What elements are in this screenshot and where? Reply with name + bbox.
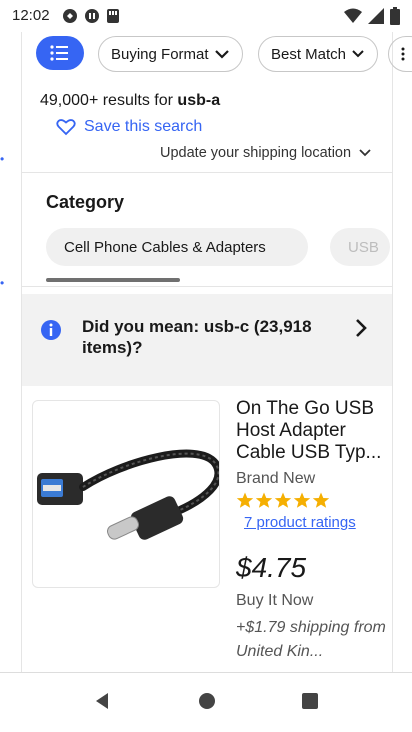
battery-icon [390, 7, 400, 25]
shipping-location-dropdown[interactable]: Update your shipping location [160, 145, 371, 161]
info-icon [41, 320, 61, 340]
buy-format: Buy It Now [236, 592, 314, 609]
search-results-page[interactable]: • • Buying Format Best Match 49,000+ res… [0, 32, 412, 672]
product-condition: Brand New [236, 470, 316, 487]
star-icon [293, 492, 311, 508]
home-icon[interactable] [197, 691, 217, 711]
shipping-cost: +$1.79 shipping from United Kin... [236, 619, 386, 660]
save-search-link[interactable]: Save this search [56, 118, 202, 136]
chip-scrollbar[interactable] [46, 278, 180, 282]
rating-stars [236, 492, 330, 509]
save-search-label: Save this search [84, 118, 203, 135]
menu-button[interactable] [36, 36, 84, 70]
filter-list-icon [401, 47, 405, 61]
chevron-down-icon [352, 50, 364, 58]
app-screen: 12:02 • • Buying Format Best Match 49,00… [0, 0, 412, 732]
signal-icon [368, 8, 384, 24]
wifi-icon [344, 8, 362, 23]
filter-list-button[interactable] [388, 36, 412, 72]
status-icons-right [344, 7, 400, 25]
buying-format-filter[interactable]: Buying Format [98, 36, 243, 72]
star-icon [236, 492, 254, 508]
sort-filter[interactable]: Best Match [258, 36, 378, 72]
category-chip[interactable]: Cell Phone Cables & Adapters [46, 228, 308, 266]
results-count: 49,000+ results for usb-a [40, 92, 220, 110]
recents-icon[interactable] [300, 691, 320, 711]
product-ratings-link[interactable]: 7 product ratings [244, 514, 356, 531]
category-chip[interactable]: USB [330, 228, 390, 266]
status-icons-left [62, 8, 120, 24]
previous-page-edge: • • [0, 32, 22, 672]
buying-format-label: Buying Format [111, 45, 209, 63]
category-heading: Category [46, 192, 125, 212]
edge-mark-icon: • [0, 152, 5, 166]
product-title[interactable]: On The Go USB Host Adapter Cable USB Typ… [236, 398, 386, 464]
chevron-down-icon [215, 50, 229, 59]
star-icon [312, 492, 330, 508]
chevron-down-icon [359, 149, 371, 157]
star-icon [274, 492, 292, 508]
hamburger-menu-icon [50, 45, 68, 61]
shipping-location-label: Update your shipping location [160, 145, 352, 161]
did-you-mean-text[interactable]: Did you mean: usb-c (23,918 items)? [82, 316, 322, 358]
storage-icon [107, 9, 119, 23]
media-icon [85, 9, 99, 23]
results-number: 49,000+ [40, 92, 99, 109]
section-divider [22, 172, 392, 173]
product-price: $4.75 [236, 552, 307, 583]
status-time: 12:02 [12, 7, 50, 24]
results-mid-text: results for [98, 92, 178, 109]
back-icon[interactable] [92, 691, 112, 711]
chevron-right-icon[interactable] [354, 318, 368, 338]
system-nav-bar [0, 672, 412, 732]
section-divider [22, 286, 392, 287]
edge-mark-icon: • [0, 276, 5, 290]
sort-label: Best Match [271, 45, 347, 63]
results-query: usb-a [177, 92, 221, 109]
heart-icon [56, 119, 76, 136]
results-content: Buying Format Best Match 49,000+ results… [22, 32, 412, 672]
filter-toolbar: Buying Format Best Match [22, 32, 412, 80]
star-icon [255, 492, 273, 508]
notification-icon [63, 9, 77, 23]
usb-adapter-image [37, 449, 223, 540]
product-image[interactable] [32, 400, 223, 588]
status-bar: 12:02 [0, 0, 412, 32]
next-page-edge [392, 32, 412, 672]
